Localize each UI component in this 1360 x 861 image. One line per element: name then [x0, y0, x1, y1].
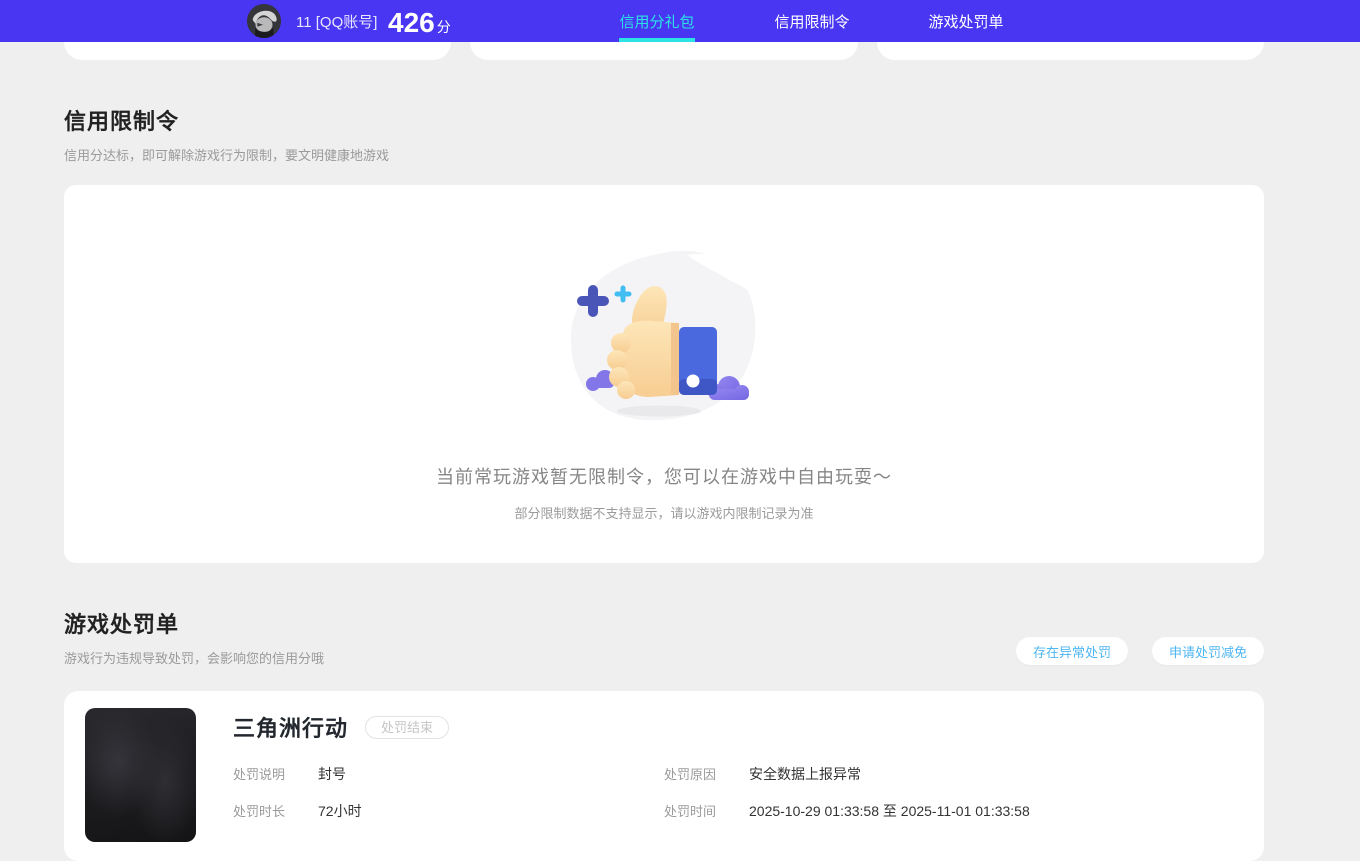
field-label: 处罚原因 [664, 767, 717, 782]
gift-card-partial [64, 42, 452, 60]
punishment-fields: 处罚说明 封号 处罚原因 安全数据上报异常 处罚时长 72小时 处罚时间 202… [233, 764, 1264, 821]
tab-game-punishment[interactable]: 游戏处罚单 [928, 0, 1004, 42]
apply-reduction-button[interactable]: 申请处罚减免 [1151, 637, 1264, 665]
restriction-empty-card: 当前常玩游戏暂无限制令，您可以在游戏中自由玩耍～ 部分限制数据不支持显示，请以游… [64, 185, 1264, 563]
game-name: 三角洲行动 [233, 716, 349, 741]
field-punishment-description: 处罚说明 封号 [233, 764, 664, 784]
abnormal-punishment-button[interactable]: 存在异常处罚 [1015, 637, 1128, 665]
top-nav-bar: 11 [QQ账号] 426 分 信用分礼包 信用限制令 游戏处罚单 [0, 0, 1360, 42]
nav-tabs: 信用分礼包 信用限制令 游戏处罚单 [0, 0, 1360, 42]
punishment-section-header: 游戏处罚单 游戏行为违规导致处罚，会影响您的信用分哦 存在异常处罚 申请处罚减免 [64, 563, 1264, 667]
field-value: 72小时 [318, 803, 362, 819]
field-value: 安全数据上报异常 [749, 766, 861, 782]
punishment-section-title: 游戏处罚单 [64, 612, 180, 637]
field-punishment-duration: 处罚时长 72小时 [233, 801, 664, 821]
gift-card-partial [876, 42, 1264, 60]
restriction-section-title: 信用限制令 [64, 109, 180, 134]
tab-credit-gift[interactable]: 信用分礼包 [619, 0, 695, 42]
punishment-title-row: 三角洲行动 处罚结束 [233, 711, 1264, 743]
empty-state-note: 部分限制数据不支持显示，请以游戏内限制记录为准 [514, 506, 814, 521]
field-punishment-reason: 处罚原因 安全数据上报异常 [664, 764, 1264, 784]
status-badge: 处罚结束 [365, 715, 450, 739]
game-thumbnail [85, 708, 196, 842]
gift-cards-row [64, 42, 1264, 60]
punishment-section-titles: 游戏处罚单 游戏行为违规导致处罚，会影响您的信用分哦 [64, 563, 324, 667]
field-label: 处罚说明 [233, 767, 286, 782]
thumbs-up-illustration-icon [570, 250, 756, 421]
gift-card-partial [470, 42, 858, 60]
punishment-actions: 存在异常处罚 申请处罚减免 [1015, 637, 1264, 667]
punishment-section-subtitle: 游戏行为违规导致处罚，会影响您的信用分哦 [64, 651, 325, 666]
field-label: 处罚时长 [233, 804, 286, 819]
field-value: 封号 [318, 766, 346, 782]
field-punishment-time: 处罚时间 2025-10-29 01:33:58 至 2025-11-01 01… [664, 801, 1264, 821]
page-content: 信用限制令 信用分达标，即可解除游戏行为限制，要文明健康地游戏 当前常玩游戏暂无… [64, 42, 1264, 861]
tab-credit-restriction-label: 信用限制令 [774, 13, 850, 31]
tab-credit-gift-label: 信用分礼包 [619, 13, 695, 31]
tab-game-punishment-label: 游戏处罚单 [928, 13, 1004, 31]
punishment-card-body: 三角洲行动 处罚结束 处罚说明 封号 处罚原因 安全数据上报异常 处罚时长 72… [196, 691, 1264, 861]
restriction-section-subtitle: 信用分达标，即可解除游戏行为限制，要文明健康地游戏 [64, 148, 390, 163]
tab-credit-restriction[interactable]: 信用限制令 [774, 0, 850, 42]
empty-state-message: 当前常玩游戏暂无限制令，您可以在游戏中自由玩耍～ [436, 467, 892, 487]
field-value: 2025-10-29 01:33:58 至 2025-11-01 01:33:5… [749, 803, 1030, 819]
punishment-card: 三角洲行动 处罚结束 处罚说明 封号 处罚原因 安全数据上报异常 处罚时长 72… [64, 691, 1264, 861]
field-label: 处罚时间 [664, 804, 717, 819]
